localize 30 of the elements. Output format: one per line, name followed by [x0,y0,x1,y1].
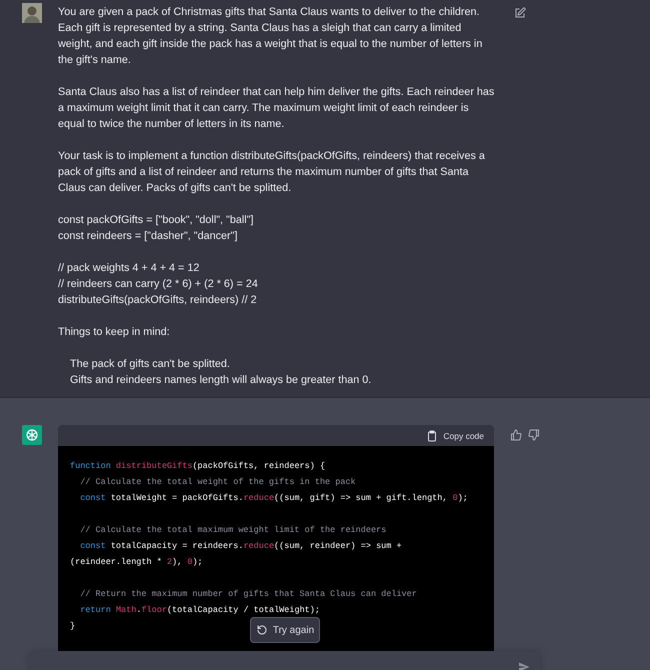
thumbs-up-icon[interactable] [510,429,522,441]
thumbs-down-icon[interactable] [528,429,540,441]
code-line: const totalCapacity = reindeers.reduce((sum, reindeer) => sum + [79,540,402,553]
message-paragraph: Santa Claus also has a list of reindeer that can help him deliver the gifts. Each reindeer has a maximum weight limit that it can carry. The maximum weight limit of each reindeer is equal to twice the number of letters in its name. [58,85,496,132]
code-line: // Return the maximum number of gifts that Santa Claus can deliver [79,588,417,601]
try-again-button[interactable]: Try again [250,617,320,643]
message-line: const reindeers = ["dasher", "dancer"] [58,229,238,244]
code-line: const totalWeight = packOfGifts.reduce((sum, gift) => sum + gift.length, 0); [79,492,468,505]
user-avatar [22,3,42,23]
code-line: function distributeGifts(packOfGifts, reindeers) { [70,460,326,473]
code-line: // Calculate the total weight of the gifts in the pack [79,476,356,489]
code-line: } [70,620,76,633]
assistant-logo [22,425,42,445]
message-line: // reindeers can carry (2 * 6) + (2 * 6) = 24 [58,277,259,292]
message-line: Things to keep in mind: [58,325,171,340]
list-item: Gifts and reindeers names length will always be greater than 0. [69,373,372,388]
message-line: const packOfGifts = ["book", "doll", "ball"] [58,213,255,228]
code-line: (reindeer.length * 2), 0); [70,556,203,569]
send-icon[interactable] [518,661,530,670]
list-item: The pack of gifts can't be splitted. [69,357,231,372]
message-paragraph: You are given a pack of Christmas gifts that Santa Claus wants to deliver to the children. Each gift is represented by a string. Santa Claus has a sleigh that can carry a limited weight, and each gift inside the pack has a weight that is equal to the number of letters in the gift's name. [58,5,484,68]
code-line: return Math.floor(totalCapacity / totalWeight); [79,604,320,617]
code-line: // Calculate the total maximum weight limit of the reindeers [79,524,386,537]
copy-code-button[interactable]: Copy code [426,430,484,442]
message-paragraph: Your task is to implement a function distributeGifts(packOfGifts, reindeers) that receives a pack of gifts and a list of reindeer and returns the maximum number of gifts that Santa Claus can deliver. Packs of gifts can't be splitted. [58,149,486,196]
message-line: distributeGifts(packOfGifts, reindeers) // 2 [58,293,258,308]
message-line: // pack weights 4 + 4 + 4 = 12 [58,261,200,276]
refresh-icon [256,624,268,636]
clipboard-icon [426,430,438,442]
edit-icon[interactable] [514,7,526,19]
